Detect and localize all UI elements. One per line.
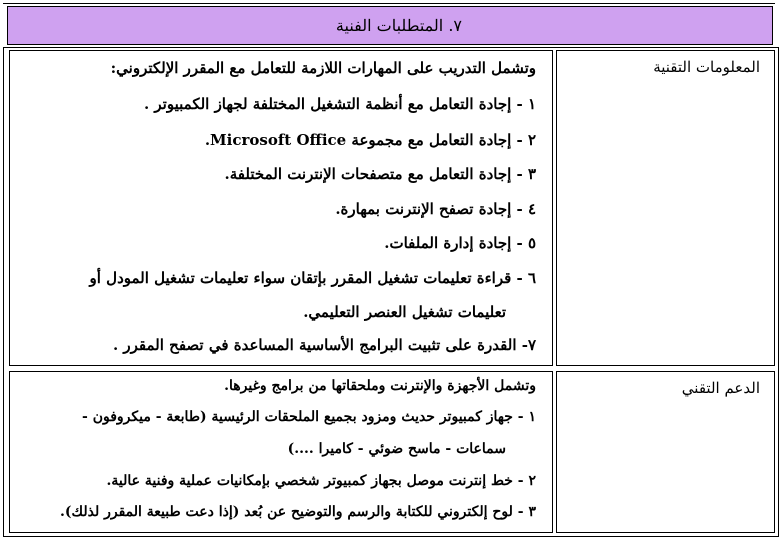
requirements-table: المعلومات التقنية وتشمل التدريب على المه… [3,47,779,537]
content-cell-technical-info: وتشمل التدريب على المهارات اللازمة للتعا… [9,50,553,366]
technical-info-item-5: ٥ - إجادة إدارة الملفات. [384,234,536,252]
technical-info-item-1: ١ - إجادة التعامل مع أنظمة التشغيل المخت… [143,95,536,113]
technical-info-item-3: ٣ - إجادة التعامل مع متصفحات الإنترنت ال… [224,165,536,183]
label-cell-technical-info: المعلومات التقنية [556,50,775,366]
technical-info-item-6-cont: تعليمات تشغيل العنصر التعليمي. [303,303,506,321]
section-header: ٧. المتطلبات الفنية [7,6,773,45]
top-border [3,0,775,4]
technical-info-item-2: ٢ - إجادة التعامل مع مجموعة Microsoft Of… [204,131,536,149]
technical-support-intro: وتشمل الأجهزة والإنترنت وملحقاتها من برا… [224,378,536,394]
row-label-technical-support: الدعم التقني [681,379,760,397]
technical-info-item-4: ٤ - إجادة تصفح الإنترنت بمهارة. [335,200,536,218]
content-cell-technical-support: وتشمل الأجهزة والإنترنت وملحقاتها من برا… [9,371,553,533]
row-label-technical-info: المعلومات التقنية [653,58,760,76]
technical-info-intro: وتشمل التدريب على المهارات اللازمة للتعا… [110,59,536,77]
technical-support-item-1: ١ - جهاز كمبيوتر حديث ومزود بجميع الملحق… [82,409,536,425]
technical-support-item-1-cont: سماعات - ماسح ضوئي - كاميرا ....) [287,441,506,457]
technical-info-item-7: ٧- القدرة على تثبيت البرامج الأساسية الم… [112,336,536,354]
technical-support-item-2: ٢ - خط إنترنت موصل بجهاز كمبيوتر شخصي بإ… [106,473,537,489]
section-title: ٧. المتطلبات الفنية [335,16,462,35]
technical-info-item-6: ٦ - قراءة تعليمات تشغيل المقرر بإتقان سو… [89,269,536,287]
label-cell-technical-support: الدعم التقني [556,371,775,533]
technical-support-item-3: ٣ - لوح إلكتروني للكتابة والرسم والتوضيح… [60,504,536,520]
